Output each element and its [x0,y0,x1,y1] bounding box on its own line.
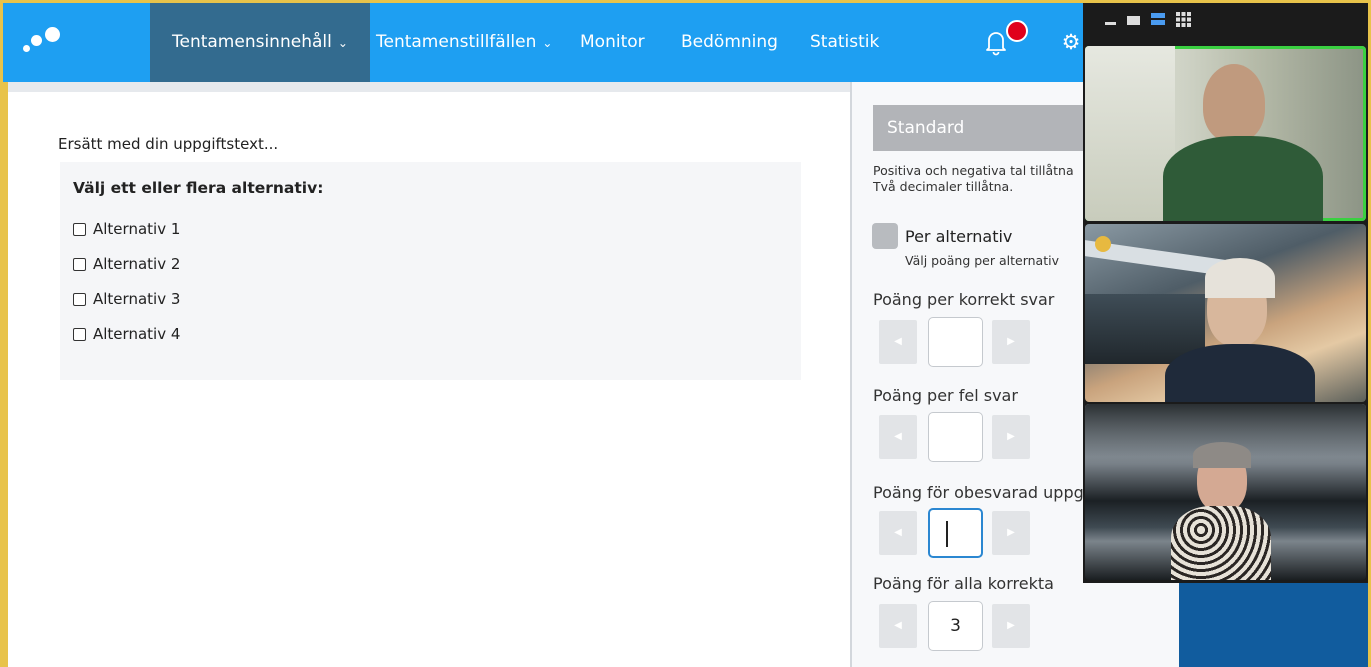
checkbox[interactable] [73,293,86,306]
participant-body [1163,136,1323,221]
unanswered-points-label: Poäng för obesvarad uppgift [873,483,1100,502]
video-call-window [1083,43,1368,583]
chevron-down-icon: ⌄ [337,36,348,50]
all-correct-points-stepper: ◀ 3 ▶ [879,601,1035,651]
increment-button[interactable]: ▶ [992,415,1030,459]
option-item[interactable]: Alternativ 4 [73,325,180,360]
correct-points-stepper: ◀ ▶ [879,317,1035,367]
per-option-toggle[interactable] [872,223,898,249]
per-option-label: Per alternativ [905,227,1013,246]
scoring-preset-select[interactable]: Standard [873,105,1113,151]
gallery-view-icon[interactable] [1176,12,1191,27]
decrement-button[interactable]: ◀ [879,511,917,555]
wrong-points-stepper: ◀ ▶ [879,412,1035,462]
participant-face [1203,64,1265,142]
nav-statistik[interactable]: Statistik [788,3,901,82]
wrong-points-input[interactable] [928,412,983,462]
notification-badge [1006,20,1028,42]
option-item[interactable]: Alternativ 3 [73,290,180,325]
checkbox[interactable] [73,223,86,236]
increment-button[interactable]: ▶ [992,604,1030,648]
wrong-points-label: Poäng per fel svar [873,386,1018,405]
nav-bedomning[interactable]: Bedömning [659,3,800,82]
decrement-button[interactable]: ◀ [879,604,917,648]
logo-sign-icon [1095,236,1111,252]
all-correct-points-input[interactable]: 3 [928,601,983,651]
text-caret [946,521,948,547]
decrement-button[interactable]: ◀ [879,320,917,364]
gear-icon[interactable]: ⚙ [1059,30,1083,54]
share-border [3,82,8,667]
participant-video-1[interactable] [1085,46,1366,221]
participant-body [1165,344,1315,402]
minimize-icon[interactable] [1105,22,1116,25]
checkbox[interactable] [73,258,86,271]
speaker-view-icon[interactable] [1151,13,1165,18]
checkbox[interactable] [73,328,86,341]
nav-monitor[interactable]: Monitor [558,3,667,82]
scoring-hint-2: Två decimaler tillåtna. [873,179,1014,194]
nav-tentamenstillfallen[interactable]: Tentamenstillfällen ⌄ [354,3,574,82]
all-correct-points-label: Poäng för alla korrekta [873,574,1054,593]
question-text[interactable]: Ersätt med din uppgiftstext... [58,135,278,153]
video-call-toolbar [1083,3,1368,43]
options-instruction: Välj ett eller flera alternativ: [73,179,324,197]
unanswered-points-input[interactable] [928,508,983,558]
single-view-icon[interactable] [1127,16,1140,25]
participant-video-2[interactable] [1085,224,1366,402]
answer-options-box: Välj ett eller flera alternativ: Alterna… [60,162,801,380]
scoring-hint-1: Positiva och negativa tal tillåtna [873,163,1074,178]
unanswered-points-stepper: ◀ ▶ [879,508,1035,558]
participant-body [1171,506,1271,580]
chevron-down-icon: ⌄ [542,36,553,50]
options-list: Alternativ 1 Alternativ 2 Alternativ 3 A… [73,220,180,360]
option-item[interactable]: Alternativ 1 [73,220,180,255]
correct-points-input[interactable] [928,317,983,367]
decrement-button[interactable]: ◀ [879,415,917,459]
content-header-strip [8,82,851,92]
option-item[interactable]: Alternativ 2 [73,255,180,290]
participant-video-3[interactable] [1085,404,1366,580]
panel-background [1179,583,1368,667]
correct-points-label: Poäng per korrekt svar [873,290,1055,309]
nav-tentamensinnehall[interactable]: Tentamensinnehåll ⌄ [150,3,370,82]
app-logo[interactable] [21,25,71,59]
increment-button[interactable]: ▶ [992,511,1030,555]
increment-button[interactable]: ▶ [992,320,1030,364]
per-option-sublabel: Välj poäng per alternativ [905,253,1059,268]
